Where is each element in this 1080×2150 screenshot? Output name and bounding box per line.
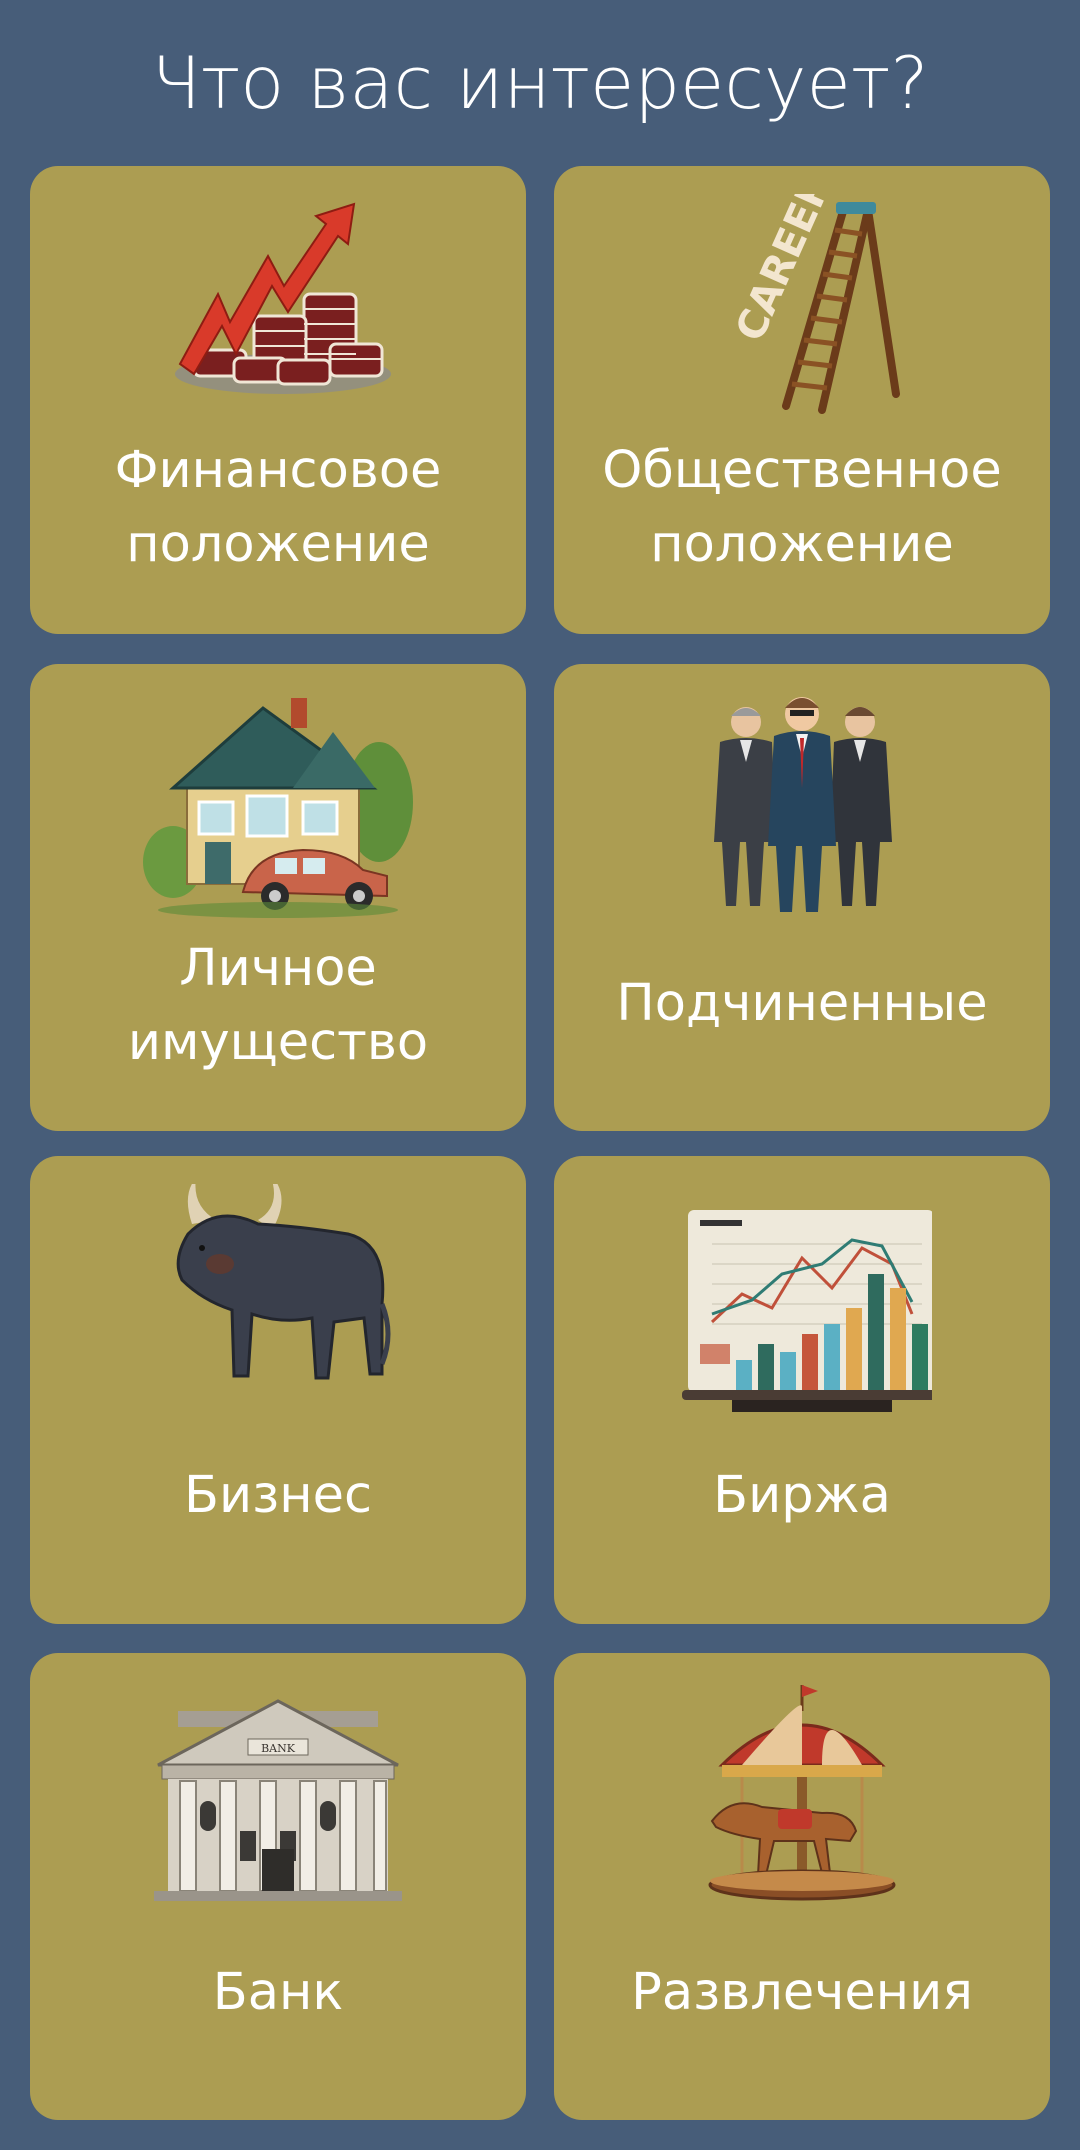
card-label: Финансовое положение [114,441,442,574]
card-stock-exchange[interactable]: Биржа [554,1156,1050,1624]
finance-growth-icon [30,194,526,424]
card-business[interactable]: Бизнес [30,1156,526,1624]
bull-icon [30,1184,526,1414]
card-label: Банк [212,1963,344,2022]
card-entertainment[interactable]: Развлечения [554,1653,1050,2120]
card-financial-status[interactable]: Финансовое положение [30,166,526,634]
bank-sign-text: BANK [261,1742,296,1755]
card-personal-property[interactable]: Личное имущество [30,664,526,1131]
card-label: Личное имущество [127,939,429,1072]
bank-building-icon: BANK [30,1681,526,1911]
card-bank[interactable]: BANK Банк [30,1653,526,2120]
house-car-icon [30,692,526,922]
carousel-icon [554,1681,1050,1911]
stock-chart-icon [554,1184,1050,1414]
card-label: Общественное положение [602,441,1002,574]
card-subordinates[interactable]: Подчиненные [554,664,1050,1131]
business-team-icon [554,692,1050,922]
career-ladder-icon: CAREER [554,194,1050,424]
page-title: Что вас интересует? [151,41,929,125]
card-label: Бизнес [183,1466,372,1525]
card-label: Развлечения [631,1963,973,2022]
card-label: Подчиненные [616,974,988,1033]
card-social-status[interactable]: CAREER Общественное положение [554,166,1050,634]
card-label: Биржа [713,1466,891,1525]
